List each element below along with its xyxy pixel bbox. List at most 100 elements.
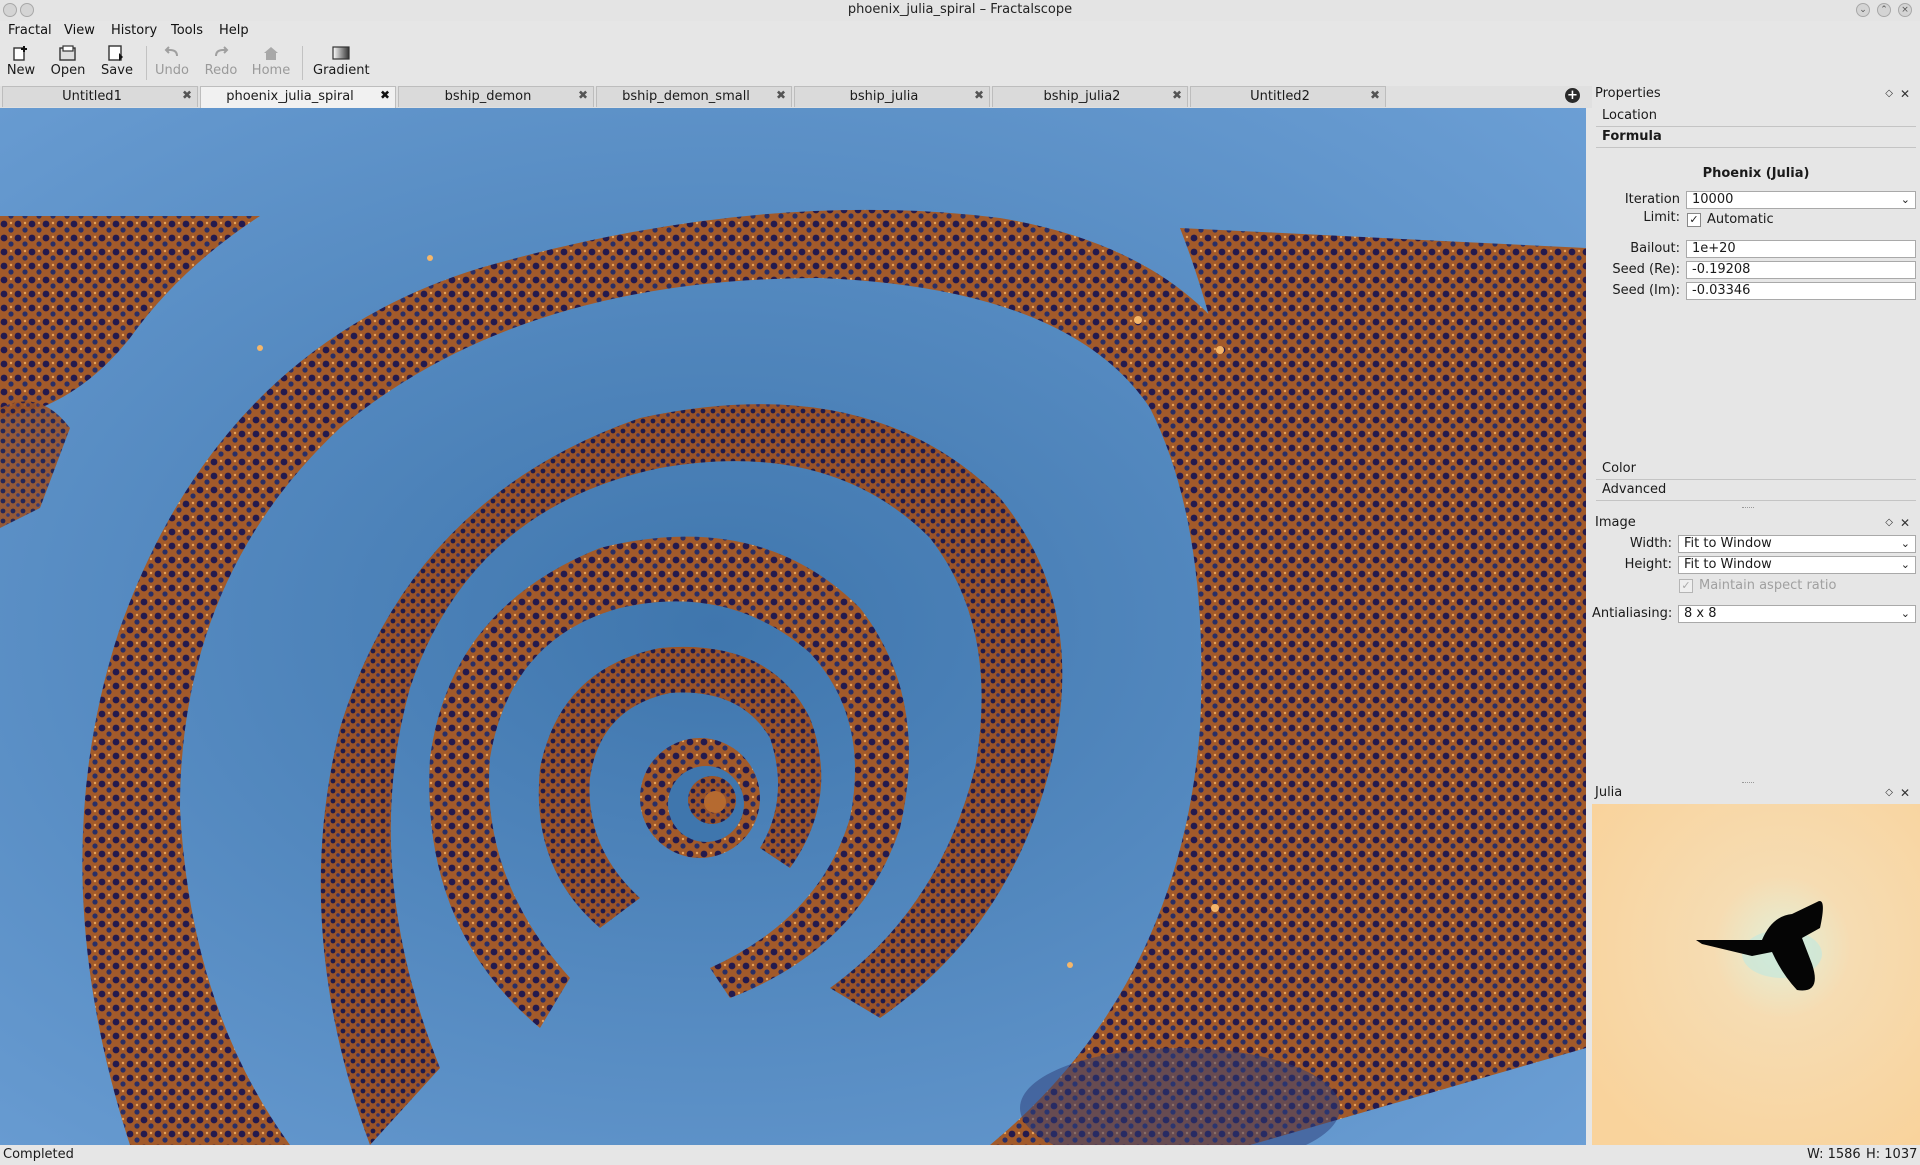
bailout-label: Bailout: bbox=[1630, 241, 1680, 256]
status-width: W: 1586 bbox=[1807, 1147, 1861, 1162]
float-panel-icon[interactable]: ◇ bbox=[1885, 513, 1893, 533]
open-button[interactable]: Open bbox=[50, 43, 86, 79]
close-panel-icon[interactable]: ✕ bbox=[1900, 783, 1910, 803]
close-panel-icon[interactable]: ✕ bbox=[1900, 84, 1910, 104]
fractal-canvas[interactable] bbox=[0, 108, 1586, 1145]
julia-set-image bbox=[1592, 804, 1920, 1145]
tab-bship-demon-small[interactable]: bship_demon_small ✖ bbox=[596, 86, 792, 107]
redo-label: Redo bbox=[204, 63, 238, 78]
minimize-icon[interactable]: ⌄ bbox=[1856, 3, 1870, 17]
section-color-label: Color bbox=[1602, 461, 1636, 476]
tab-untitled2[interactable]: Untitled2 ✖ bbox=[1190, 86, 1386, 107]
save-label: Save bbox=[101, 63, 133, 78]
tab-bship-julia2[interactable]: bship_julia2 ✖ bbox=[992, 86, 1188, 107]
home-button[interactable]: Home bbox=[251, 43, 291, 79]
close-tab-icon[interactable]: ✖ bbox=[380, 88, 390, 102]
antialiasing-label: Antialiasing: bbox=[1592, 606, 1673, 621]
menu-view[interactable]: View bbox=[64, 21, 95, 41]
fractal-image bbox=[0, 108, 1586, 1145]
maintain-aspect-label: Maintain aspect ratio bbox=[1699, 578, 1837, 593]
maximize-icon[interactable]: ⌃ bbox=[1877, 3, 1891, 17]
splitter-handle[interactable] bbox=[1742, 507, 1754, 510]
iteration-limit-select[interactable]: 10000 ⌄ bbox=[1686, 191, 1916, 209]
chevron-down-icon: ⌄ bbox=[1900, 558, 1910, 571]
seed-im-label: Seed (Im): bbox=[1612, 283, 1680, 298]
automatic-label: Automatic bbox=[1707, 212, 1774, 227]
tab-phoenix-julia-spiral[interactable]: phoenix_julia_spiral ✖ bbox=[200, 86, 396, 108]
automatic-checkbox[interactable]: ✓ bbox=[1687, 213, 1701, 227]
redo-button[interactable]: Redo bbox=[203, 43, 239, 79]
julia-preview[interactable] bbox=[1592, 804, 1920, 1145]
formula-name: Phoenix (Julia) bbox=[1702, 166, 1810, 181]
float-panel-icon[interactable]: ◇ bbox=[1885, 783, 1893, 803]
chevron-down-icon: ⌄ bbox=[1900, 607, 1910, 620]
menu-history[interactable]: History bbox=[111, 21, 157, 41]
tab-label: bship_demon bbox=[444, 89, 532, 104]
section-formula[interactable]: Formula bbox=[1596, 126, 1916, 148]
close-panel-icon[interactable]: ✕ bbox=[1900, 513, 1910, 533]
tab-label: bship_julia2 bbox=[1043, 89, 1121, 104]
section-advanced-label: Advanced bbox=[1602, 482, 1667, 497]
maintain-aspect-checkbox[interactable]: ✓ bbox=[1679, 579, 1693, 593]
section-advanced[interactable]: Advanced bbox=[1596, 479, 1916, 501]
chevron-down-icon: ⌄ bbox=[1900, 193, 1910, 206]
width-value: Fit to Window bbox=[1684, 536, 1772, 551]
home-icon bbox=[264, 47, 278, 60]
height-select[interactable]: Fit to Window ⌄ bbox=[1678, 556, 1916, 574]
seed-re-field[interactable]: -0.19208 bbox=[1686, 261, 1916, 279]
tab-untitled1[interactable]: Untitled1 ✖ bbox=[2, 86, 198, 107]
save-button[interactable]: Save bbox=[100, 43, 134, 79]
status-height: H: 1037 bbox=[1866, 1147, 1918, 1162]
float-panel-icon[interactable]: ◇ bbox=[1885, 84, 1893, 104]
title-bar: phoenix_julia_spiral – Fractalscope ⌄ ⌃ … bbox=[0, 0, 1920, 21]
toolbar-separator bbox=[146, 46, 147, 80]
image-panel-title: Image bbox=[1595, 515, 1636, 530]
chevron-down-icon: ⌄ bbox=[1900, 537, 1910, 550]
tab-bship-demon[interactable]: bship_demon ✖ bbox=[398, 86, 594, 107]
tab-label: bship_demon_small bbox=[622, 89, 750, 104]
menu-tools[interactable]: Tools bbox=[171, 21, 203, 41]
section-location[interactable]: Location bbox=[1596, 105, 1916, 127]
home-label: Home bbox=[251, 63, 291, 78]
section-location-label: Location bbox=[1602, 108, 1657, 123]
antialiasing-select[interactable]: 8 x 8 ⌄ bbox=[1678, 605, 1916, 623]
new-button[interactable]: New bbox=[5, 43, 37, 79]
tab-label: Untitled2 bbox=[1250, 89, 1310, 104]
tab-label: Untitled1 bbox=[62, 89, 122, 104]
section-divider bbox=[1596, 500, 1916, 501]
undo-icon bbox=[164, 46, 178, 57]
tab-bship-julia[interactable]: bship_julia ✖ bbox=[794, 86, 990, 107]
open-label: Open bbox=[50, 63, 86, 78]
menu-fractal[interactable]: Fractal bbox=[8, 21, 52, 41]
section-formula-label: Formula bbox=[1602, 129, 1662, 144]
iteration-limit-value: 10000 bbox=[1692, 192, 1734, 207]
undo-button[interactable]: Undo bbox=[154, 43, 190, 79]
seed-im-field[interactable]: -0.03346 bbox=[1686, 282, 1916, 300]
gradient-icon bbox=[332, 46, 350, 60]
height-value: Fit to Window bbox=[1684, 557, 1772, 572]
gradient-button[interactable]: Gradient bbox=[313, 43, 370, 79]
iteration-limit-label: Iteration Limit: bbox=[1624, 192, 1680, 225]
julia-panel-title: Julia bbox=[1595, 785, 1623, 800]
redo-icon bbox=[215, 46, 229, 57]
close-tab-icon[interactable]: ✖ bbox=[974, 88, 984, 102]
close-window-icon[interactable]: × bbox=[1898, 3, 1912, 17]
width-label: Width: bbox=[1629, 536, 1672, 551]
add-tab-icon[interactable]: + bbox=[1565, 88, 1580, 103]
height-label: Height: bbox=[1624, 557, 1672, 572]
tab-bar: Untitled1 ✖ phoenix_julia_spiral ✖ bship… bbox=[0, 86, 1592, 108]
close-tab-icon[interactable]: ✖ bbox=[776, 88, 786, 102]
close-tab-icon[interactable]: ✖ bbox=[1172, 88, 1182, 102]
window-title: phoenix_julia_spiral – Fractalscope bbox=[847, 2, 1073, 17]
close-tab-icon[interactable]: ✖ bbox=[182, 88, 192, 102]
bailout-field[interactable]: 1e+20 bbox=[1686, 240, 1916, 258]
properties-header: Properties ◇ ✕ bbox=[1592, 84, 1920, 104]
gradient-label: Gradient bbox=[313, 63, 370, 78]
section-color[interactable]: Color bbox=[1596, 458, 1916, 480]
width-select[interactable]: Fit to Window ⌄ bbox=[1678, 535, 1916, 553]
open-icon bbox=[59, 45, 76, 61]
properties-title: Properties bbox=[1595, 86, 1661, 101]
menu-help[interactable]: Help bbox=[219, 21, 249, 41]
close-tab-icon[interactable]: ✖ bbox=[578, 88, 588, 102]
close-tab-icon[interactable]: ✖ bbox=[1370, 88, 1380, 102]
